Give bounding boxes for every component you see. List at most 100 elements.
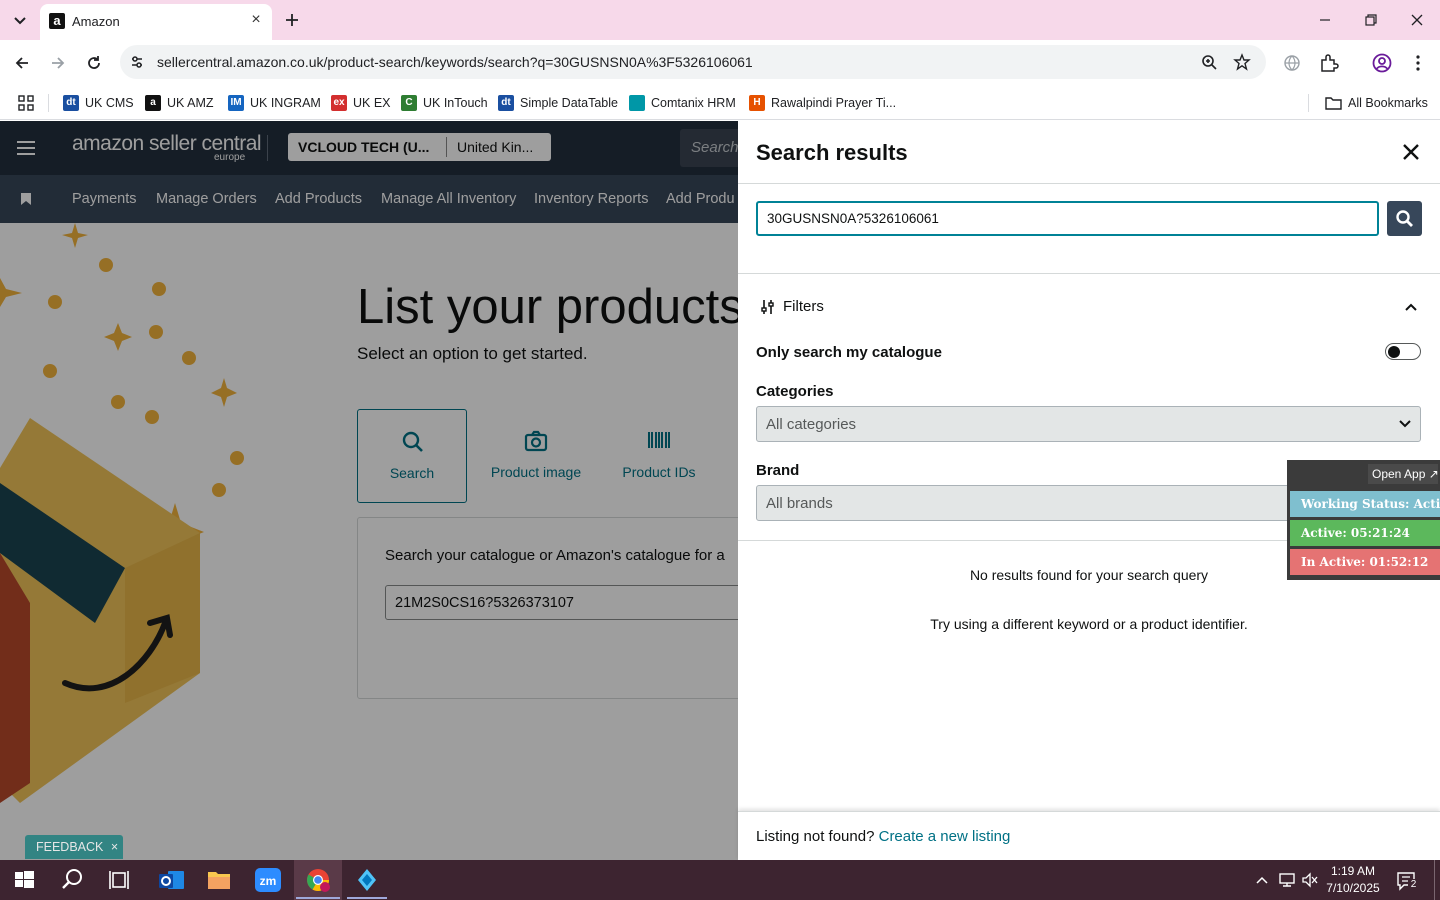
bookmark-item[interactable]: a UK AMZ: [145, 93, 214, 113]
search-icon: [1395, 209, 1414, 228]
panel-close-icon[interactable]: [1401, 142, 1421, 162]
browser-tab-bar: a Amazon ×: [0, 0, 1440, 40]
listing-not-found-text: Listing not found?: [756, 828, 875, 845]
active-time-row: Active: 05:21:24: [1290, 520, 1440, 546]
apps-grid-icon[interactable]: [18, 95, 34, 111]
amazon-icon: a: [145, 95, 161, 111]
bookmarks-divider: [1308, 94, 1309, 112]
inactive-time-row: In Active: 01:52:12: [1290, 549, 1440, 575]
tab-amazon[interactable]: a Amazon ×: [40, 4, 272, 40]
bookmark-label: Comtanix HRM: [651, 96, 736, 110]
zoom-icon[interactable]: [1201, 54, 1217, 70]
show-desktop-button[interactable]: [1434, 860, 1435, 900]
notification-count: 2: [1408, 879, 1419, 891]
bookmark-star-icon[interactable]: [1233, 53, 1251, 71]
panel-search-input[interactable]: 30GUSNSN0A?5326106061: [756, 201, 1379, 236]
svg-text:zm: zm: [260, 874, 277, 888]
filters-sliders-icon: [760, 299, 776, 315]
volume-muted-icon[interactable]: [1301, 871, 1319, 889]
browser-menu-icon[interactable]: [1408, 53, 1428, 73]
windows-taskbar: zm 1:19 AM 7/10/2025 2: [0, 860, 1440, 900]
bookmark-label: UK EX: [353, 96, 391, 110]
categories-label: Categories: [756, 383, 834, 400]
file-explorer-icon[interactable]: [195, 860, 243, 900]
bookmark-item[interactable]: C UK InTouch: [401, 93, 488, 113]
chevron-down-icon: [1398, 419, 1412, 429]
tab-close-icon[interactable]: ×: [248, 12, 264, 28]
ex-icon: ex: [331, 95, 347, 111]
task-view-icon[interactable]: [96, 860, 144, 900]
try-again-message: Try using a different keyword or a produ…: [930, 616, 1248, 632]
outlook-icon[interactable]: [146, 860, 194, 900]
bookmark-item[interactable]: Comtanix HRM: [629, 93, 736, 113]
address-bar[interactable]: sellercentral.amazon.co.uk/product-searc…: [120, 45, 1266, 79]
im-icon: IM: [228, 95, 244, 111]
dt-icon: dt: [498, 95, 514, 111]
back-arrow-icon[interactable]: [12, 53, 32, 73]
tracker-app-icon[interactable]: [343, 860, 391, 900]
window-close-icon[interactable]: [1407, 10, 1427, 30]
working-status-widget: Open App ↗ Working Status: Active Active…: [1287, 460, 1440, 580]
profile-avatar-icon[interactable]: [1371, 52, 1393, 74]
taskbar-clock[interactable]: 1:19 AM 7/10/2025: [1322, 863, 1384, 897]
bookmark-label: UK INGRAM: [250, 96, 321, 110]
all-bookmarks-button[interactable]: All Bookmarks: [1325, 93, 1428, 113]
site-info-icon[interactable]: [129, 54, 145, 70]
network-icon[interactable]: [1278, 871, 1296, 889]
panel-divider: [738, 273, 1440, 274]
translate-globe-icon[interactable]: [1282, 53, 1302, 73]
bookmarks-bar: dt UK CMS a UK AMZ IM UK INGRAM ex UK EX C UK InT…: [0, 86, 1440, 120]
clock-date: 7/10/2025: [1326, 881, 1380, 895]
only-my-catalogue-toggle[interactable]: [1385, 343, 1421, 360]
bookmark-item[interactable]: dt UK CMS: [63, 93, 134, 113]
intouch-icon: C: [401, 95, 417, 111]
taskbar-search-icon[interactable]: [48, 860, 96, 900]
bookmark-label: UK AMZ: [167, 96, 214, 110]
notifications-icon[interactable]: 2: [1396, 870, 1419, 892]
chevron-up-icon[interactable]: [1403, 300, 1419, 314]
minimize-icon[interactable]: [1315, 10, 1335, 30]
new-tab-plus-icon[interactable]: [282, 10, 302, 30]
bookmark-label: UK CMS: [85, 96, 134, 110]
bookmark-label: Simple DataTable: [520, 96, 618, 110]
feedback-close-icon[interactable]: ×: [111, 840, 118, 854]
prayer-icon: H: [749, 95, 765, 111]
bookmark-item[interactable]: H Rawalpindi Prayer Ti...: [749, 93, 896, 113]
bookmark-item[interactable]: dt Simple DataTable: [498, 93, 618, 113]
brand-label: Brand: [756, 462, 800, 479]
reload-icon[interactable]: [84, 53, 104, 73]
zoom-app-icon[interactable]: zm: [244, 860, 292, 900]
panel-footer: Listing not found? Create a new listing: [738, 811, 1440, 860]
open-app-button[interactable]: Open App ↗: [1368, 464, 1438, 484]
create-listing-link[interactable]: Create a new listing: [879, 828, 1011, 845]
panel-title: Search results: [756, 140, 908, 165]
address-row: sellercentral.amazon.co.uk/product-searc…: [0, 40, 1440, 86]
bookmark-item[interactable]: IM UK INGRAM: [228, 93, 321, 113]
bookmark-item[interactable]: ex UK EX: [331, 93, 391, 113]
url-text: sellercentral.amazon.co.uk/product-searc…: [157, 54, 753, 70]
dt-icon: dt: [63, 95, 79, 111]
tab-title: Amazon: [72, 14, 120, 29]
bookmarks-divider: [48, 94, 49, 112]
feedback-label: FEEDBACK: [36, 840, 104, 854]
clock-time: 1:19 AM: [1330, 864, 1376, 878]
panel-search-button[interactable]: [1387, 201, 1422, 236]
extensions-puzzle-icon[interactable]: [1318, 52, 1340, 74]
filters-toggle[interactable]: Filters: [783, 298, 824, 315]
tab-search-chevron-icon[interactable]: [10, 10, 30, 30]
bookmark-label: Rawalpindi Prayer Ti...: [771, 96, 897, 110]
categories-select[interactable]: All categories: [756, 406, 1421, 442]
windows-start-icon[interactable]: [0, 860, 48, 900]
tray-chevron-up-icon[interactable]: [1254, 872, 1270, 888]
all-bookmarks-label: All Bookmarks: [1348, 96, 1428, 110]
restore-icon[interactable]: [1361, 10, 1381, 30]
toggle-knob: [1388, 345, 1400, 358]
forward-arrow-icon[interactable]: [48, 53, 68, 73]
chrome-icon[interactable]: [294, 860, 342, 900]
folder-icon: [1325, 96, 1342, 110]
feedback-tab[interactable]: FEEDBACK ×: [25, 835, 123, 859]
only-my-catalogue-label: Only search my catalogue: [756, 344, 942, 361]
working-status-row: Working Status: Active: [1290, 491, 1440, 517]
amazon-favicon-icon: a: [49, 13, 65, 29]
bookmark-label: UK InTouch: [423, 96, 488, 110]
